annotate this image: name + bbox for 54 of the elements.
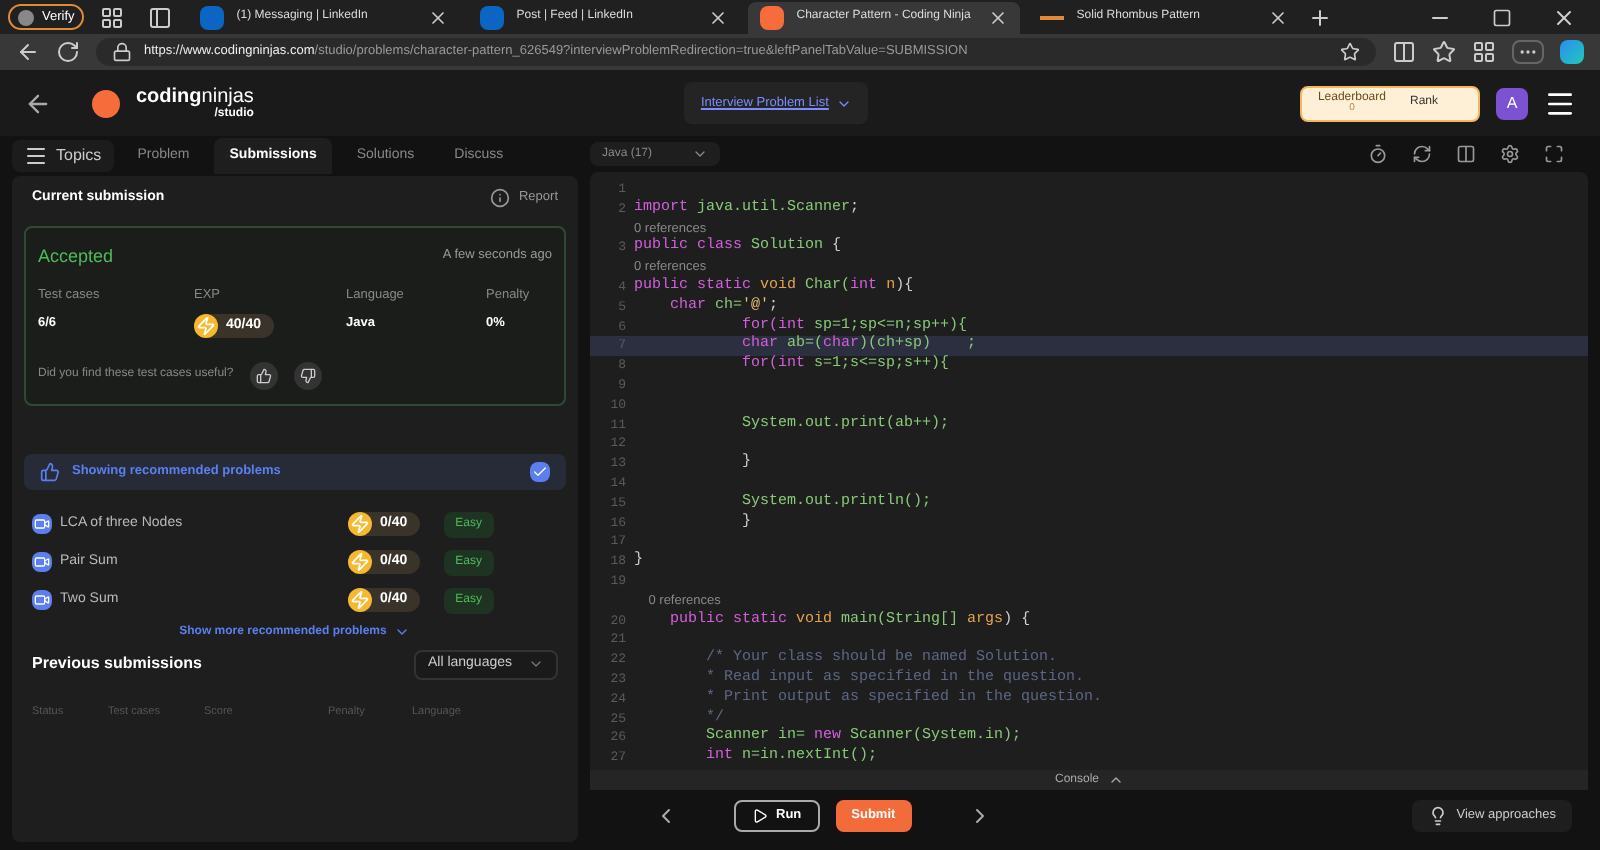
more-icon[interactable] xyxy=(1512,40,1544,64)
lightning-icon xyxy=(194,313,218,338)
user-avatar[interactable]: A xyxy=(1496,87,1528,119)
settings-icon[interactable] xyxy=(1500,144,1520,164)
back-icon[interactable] xyxy=(16,40,40,64)
avatar-icon xyxy=(18,9,34,25)
recommended-checkbox[interactable] xyxy=(530,461,550,481)
check-icon xyxy=(532,463,548,479)
lightning-icon xyxy=(348,512,373,536)
close-icon[interactable] xyxy=(708,7,729,27)
workspaces-icon[interactable] xyxy=(100,5,125,29)
result-status: Accepted xyxy=(38,243,114,270)
thumbs-up-icon xyxy=(255,367,272,384)
close-window-icon[interactable] xyxy=(1552,5,1576,29)
maximize-icon[interactable] xyxy=(1492,7,1512,27)
menu-icon[interactable] xyxy=(1544,87,1576,119)
section-title: Previous submissions xyxy=(32,652,202,676)
thumbs-down-icon xyxy=(299,367,316,384)
back-icon[interactable] xyxy=(24,89,52,117)
chevron-up-icon xyxy=(1107,772,1123,788)
lightbulb-icon xyxy=(1428,806,1449,826)
thumbs-down-button[interactable] xyxy=(293,361,322,390)
video-icon xyxy=(32,514,52,534)
lightning-icon xyxy=(348,588,373,612)
favorite-icon[interactable] xyxy=(1340,42,1360,62)
play-icon xyxy=(752,808,768,824)
logo-text: codingninjas xyxy=(136,87,254,107)
menu-icon xyxy=(24,144,48,168)
video-icon xyxy=(32,590,52,610)
fullscreen-icon[interactable] xyxy=(1544,144,1564,164)
favorites-icon[interactable] xyxy=(1432,40,1456,64)
info-icon xyxy=(490,188,511,209)
new-tab-icon[interactable] xyxy=(1308,5,1333,29)
chevron-down-icon xyxy=(692,146,709,162)
thumbs-up-icon xyxy=(40,461,60,481)
close-icon[interactable] xyxy=(1268,7,1289,27)
split-screen-icon[interactable] xyxy=(1392,40,1416,64)
close-icon[interactable] xyxy=(428,7,449,27)
timer-icon[interactable] xyxy=(1368,144,1388,164)
collections-icon[interactable] xyxy=(1472,40,1496,64)
thumbs-up-button[interactable] xyxy=(249,361,278,390)
logo-icon xyxy=(92,89,120,117)
layout-icon[interactable] xyxy=(1456,144,1476,164)
reset-icon[interactable] xyxy=(1412,144,1432,164)
video-icon xyxy=(32,552,52,572)
chevron-down-icon xyxy=(394,624,411,640)
dash-icon xyxy=(1040,15,1065,19)
tab-actions-icon[interactable] xyxy=(148,5,173,29)
lightning-icon xyxy=(348,550,373,574)
chevron-down-icon xyxy=(528,656,544,672)
lock-icon xyxy=(112,42,132,62)
close-icon[interactable] xyxy=(988,7,1009,27)
topics-button[interactable]: Topics xyxy=(12,140,114,172)
reload-icon[interactable] xyxy=(56,40,80,64)
